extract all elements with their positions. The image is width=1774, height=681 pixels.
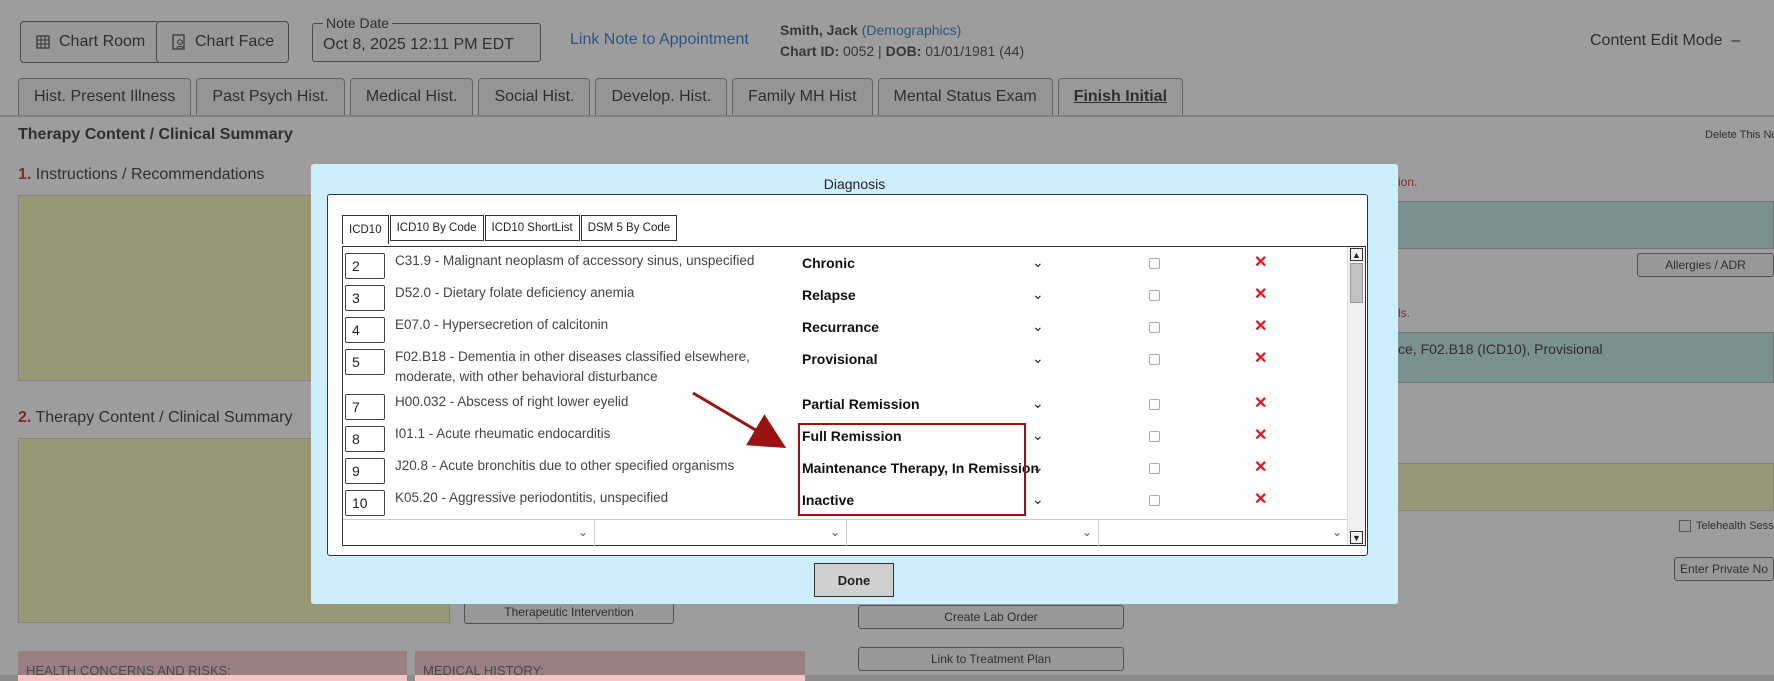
diagnosis-order-input[interactable]: 9: [345, 458, 385, 484]
scroll-up-icon[interactable]: ▲: [1350, 248, 1363, 261]
new-diagnosis-row: ⌄ ⌄ ⌄ ⌄: [343, 519, 1348, 546]
annotation-arrow-icon: [692, 391, 787, 449]
diagnosis-status[interactable]: Chronic: [802, 255, 855, 271]
delete-icon[interactable]: ✕: [1254, 348, 1267, 368]
diagnosis-description: F02.B18 - Dementia in other diseases cla…: [395, 349, 750, 384]
modal-title: Diagnosis: [823, 176, 886, 192]
diagnosis-checkbox[interactable]: [1149, 290, 1160, 301]
delete-icon[interactable]: ✕: [1254, 252, 1267, 272]
delete-icon[interactable]: ✕: [1254, 489, 1267, 509]
scroll-down-icon[interactable]: ▼: [1350, 531, 1363, 544]
chevron-down-icon: ⌄: [1081, 525, 1092, 539]
diagnosis-checkbox[interactable]: [1149, 354, 1160, 365]
chevron-down-icon[interactable]: ⌄: [1032, 395, 1044, 412]
chevron-down-icon[interactable]: ⌄: [1032, 459, 1044, 476]
chevron-down-icon[interactable]: ⌄: [1032, 318, 1044, 335]
chevron-down-icon[interactable]: ⌄: [1032, 286, 1044, 303]
diagnosis-order-input[interactable]: 3: [345, 285, 385, 311]
done-button[interactable]: Done: [814, 563, 894, 597]
delete-icon[interactable]: ✕: [1254, 425, 1267, 445]
diagnosis-status[interactable]: Provisional: [802, 351, 877, 367]
diagnosis-checkbox[interactable]: [1149, 495, 1160, 506]
tab-dsm5-by-code[interactable]: DSM 5 By Code: [580, 215, 678, 241]
diagnosis-status[interactable]: Relapse: [802, 287, 856, 303]
diagnosis-order-input[interactable]: 5: [345, 349, 385, 375]
chevron-down-icon[interactable]: ⌄: [1032, 254, 1044, 271]
diagnosis-checkbox[interactable]: [1149, 431, 1160, 442]
diagnosis-row: 5 F02.B18 - Dementia in other diseases c…: [343, 343, 1348, 388]
diagnosis-status[interactable]: Recurrance: [802, 319, 879, 335]
new-diagnosis-select-2[interactable]: ⌄: [595, 520, 847, 546]
diagnosis-row: 7 H00.032 - Abscess of right lower eyeli…: [343, 388, 1348, 420]
delete-icon[interactable]: ✕: [1254, 284, 1267, 304]
diagnosis-tabs: ICD10 ICD10 By Code ICD10 ShortList DSM …: [342, 215, 678, 244]
diagnosis-description: E07.0 - Hypersecretion of calcitonin: [395, 317, 609, 332]
diagnosis-description: C31.9 - Malignant neoplasm of accessory …: [395, 253, 755, 268]
diagnosis-order-input[interactable]: 7: [345, 394, 385, 420]
vertical-scrollbar[interactable]: ▲ ▼: [1347, 247, 1365, 545]
chevron-down-icon[interactable]: ⌄: [1032, 427, 1044, 444]
diagnosis-checkbox[interactable]: [1149, 258, 1160, 269]
scroll-thumb[interactable]: [1350, 263, 1363, 303]
diagnosis-order-input[interactable]: 8: [345, 426, 385, 452]
diagnosis-checkbox[interactable]: [1149, 399, 1160, 410]
new-diagnosis-select-4[interactable]: ⌄: [1099, 520, 1348, 546]
diagnosis-checkbox[interactable]: [1149, 322, 1160, 333]
tab-icd10-shortlist[interactable]: ICD10 ShortList: [484, 215, 580, 241]
diagnosis-description: K05.20 - Aggressive periodontitis, unspe…: [395, 490, 669, 505]
chevron-down-icon[interactable]: ⌄: [1032, 350, 1044, 367]
diagnosis-order-input[interactable]: 10: [345, 490, 385, 516]
delete-icon[interactable]: ✕: [1254, 393, 1267, 413]
annotation-highlight-box: [798, 423, 1026, 516]
chevron-down-icon[interactable]: ⌄: [1032, 491, 1044, 508]
diagnosis-description: J20.8 - Acute bronchitis due to other sp…: [395, 458, 735, 473]
new-diagnosis-select-3[interactable]: ⌄: [847, 520, 1099, 546]
chevron-down-icon: ⌄: [829, 525, 840, 539]
diagnosis-row: 3 D52.0 - Dietary folate deficiency anem…: [343, 279, 1348, 311]
diagnosis-description: D52.0 - Dietary folate deficiency anemia: [395, 285, 635, 300]
chevron-down-icon: ⌄: [1331, 525, 1342, 539]
delete-icon[interactable]: ✕: [1254, 316, 1267, 336]
new-diagnosis-select-1[interactable]: ⌄: [343, 520, 595, 546]
diagnosis-modal: Diagnosis ICD10 ICD10 By Code ICD10 Shor…: [311, 164, 1398, 604]
tab-icd10[interactable]: ICD10: [342, 215, 389, 244]
delete-icon[interactable]: ✕: [1254, 457, 1267, 477]
diagnosis-checkbox[interactable]: [1149, 463, 1160, 474]
diagnosis-row: 4 E07.0 - Hypersecretion of calcitonin R…: [343, 311, 1348, 343]
diagnosis-row: 2 C31.9 - Malignant neoplasm of accessor…: [343, 247, 1348, 279]
tab-icd10-by-code[interactable]: ICD10 By Code: [389, 215, 484, 241]
chevron-down-icon: ⌄: [577, 525, 588, 539]
diagnosis-order-input[interactable]: 4: [345, 317, 385, 343]
diagnosis-status[interactable]: Partial Remission: [802, 396, 920, 412]
diagnosis-order-input[interactable]: 2: [345, 253, 385, 279]
